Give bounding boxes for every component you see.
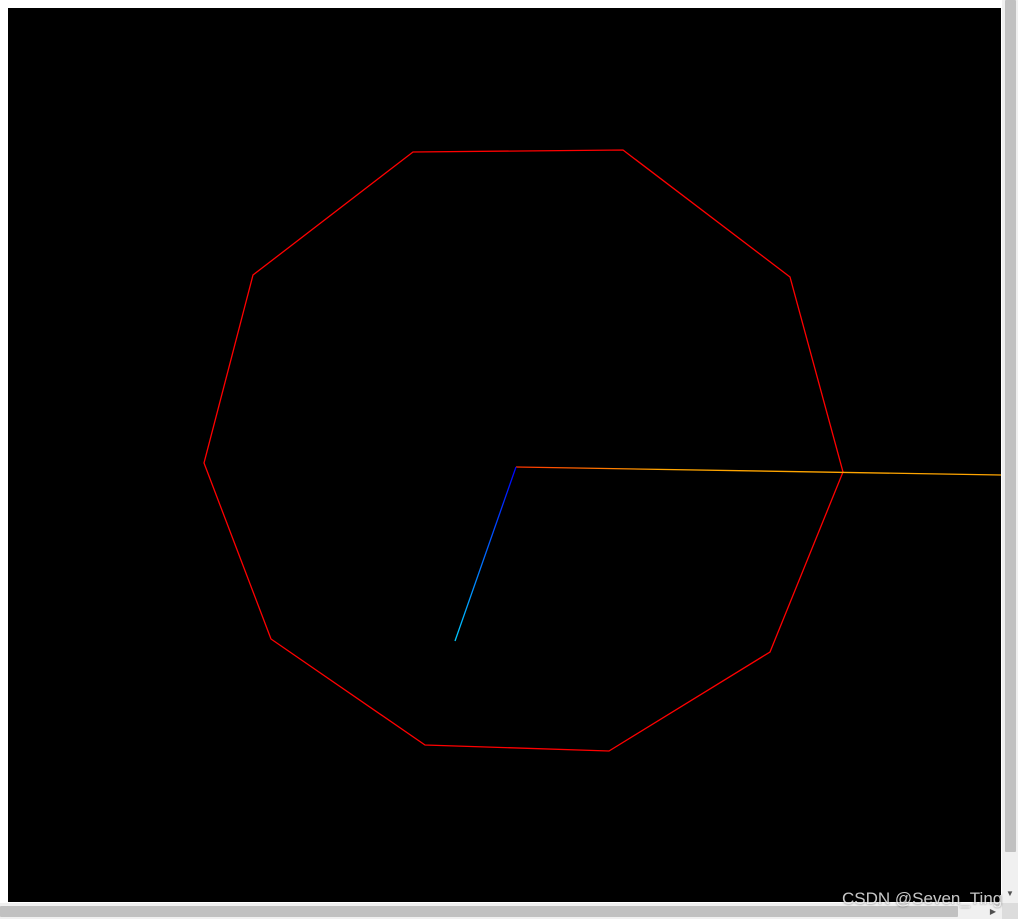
z-axis-line [454,466,517,642]
scroll-down-arrow-icon[interactable]: ▼ [1002,885,1018,901]
horizontal-scrollbar-thumb[interactable] [0,906,958,917]
scroll-right-arrow-icon[interactable]: ▶ [985,903,1001,919]
webgl-canvas[interactable] [8,8,1001,902]
horizontal-scrollbar[interactable]: ▶ [0,903,1002,919]
scrollbar-corner [1002,903,1018,919]
x-axis-line [515,466,1001,476]
browser-window: ▼ ▶ CSDN @Seven_Ting [0,0,1018,919]
vertical-scrollbar[interactable]: ▼ [1002,0,1018,903]
vertical-scrollbar-thumb[interactable] [1005,0,1016,852]
three-scene [203,8,1001,752]
decagon-outline [203,149,844,752]
